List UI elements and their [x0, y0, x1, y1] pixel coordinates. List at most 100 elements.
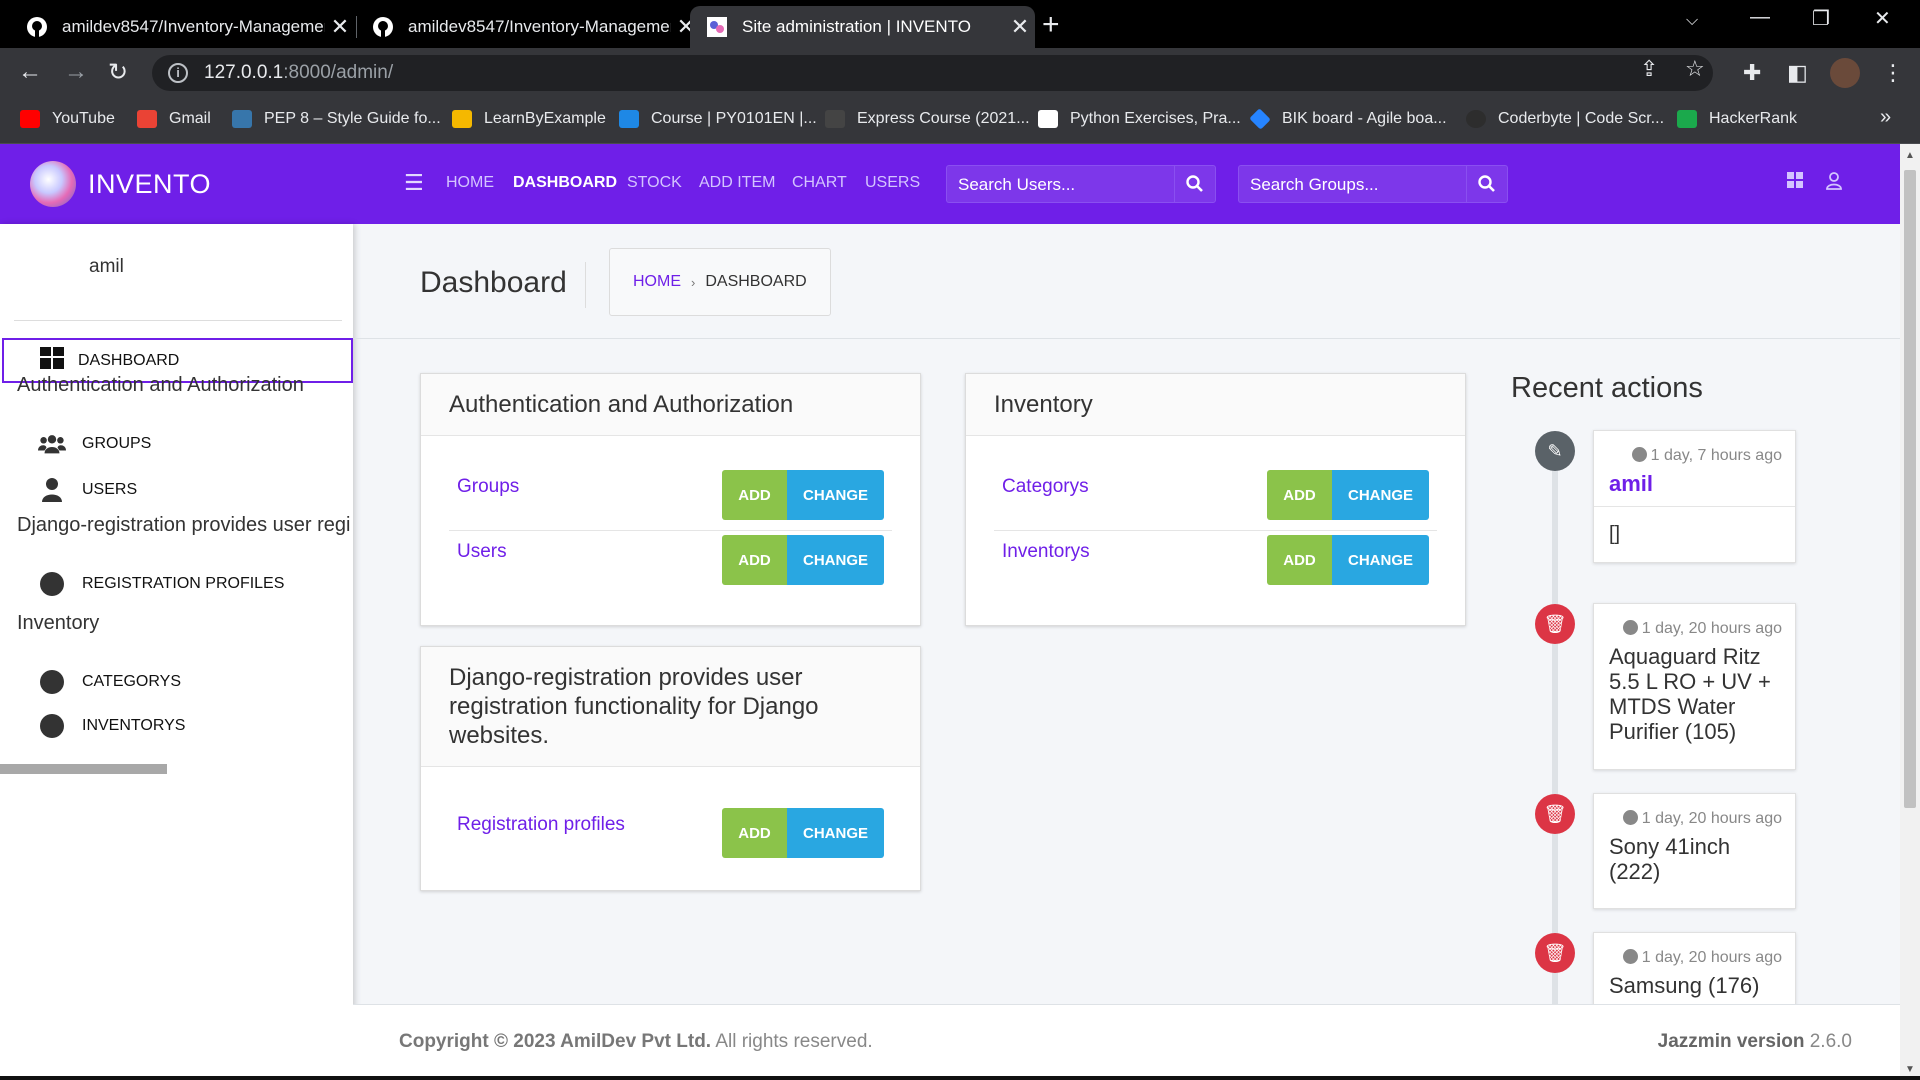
action-object-link[interactable]: amil — [1594, 471, 1795, 506]
browser-tab[interactable]: amildev8547/Inventory-Managemer ✕ — [10, 6, 355, 48]
card-title: Inventory — [966, 374, 1465, 436]
sidebar-item-label: REGISTRATION PROFILES — [82, 575, 285, 592]
hackerrank-icon — [1677, 110, 1697, 128]
bookmark-jira[interactable]: BIK board - Agile boa... — [1249, 108, 1447, 130]
back-icon[interactable]: ← — [18, 58, 42, 86]
sidebar-username[interactable]: amil — [89, 256, 124, 278]
gmail-icon — [137, 110, 157, 128]
profile-avatar[interactable] — [1830, 58, 1860, 88]
hamburger-menu-icon[interactable]: ☰ — [404, 170, 424, 196]
search-users-input[interactable]: Search Users... — [946, 165, 1174, 203]
dashboard-icon — [40, 347, 64, 374]
reload-icon[interactable]: ↻ — [108, 58, 128, 87]
footer-copyright: Copyright © 2023 AmilDev Pvt Ltd. All ri… — [399, 1031, 873, 1052]
browser-tab[interactable]: amildev8547/Inventory-Managemer ✕ — [356, 6, 701, 48]
browser-tab-active[interactable]: Site administration | INVENTO ✕ — [690, 6, 1035, 48]
sidebar-item-registration-profiles[interactable]: REGISTRATION PROFILES — [38, 572, 284, 596]
address-bar[interactable]: i 127.0.0.1 :8000/admin/ — [152, 55, 1713, 91]
change-button[interactable]: CHANGE — [1332, 470, 1429, 520]
nav-users[interactable]: USERS — [865, 174, 920, 192]
add-button[interactable]: ADD — [722, 470, 787, 520]
breadcrumb-home[interactable]: HOME — [633, 273, 681, 291]
bookmark-course[interactable]: Course | PY0101EN |... — [619, 110, 817, 128]
github-icon — [26, 16, 48, 38]
close-window-icon[interactable]: ✕ — [1874, 6, 1891, 31]
change-button[interactable]: CHANGE — [1332, 535, 1429, 585]
bookmark-hackerrank[interactable]: HackerRank — [1677, 110, 1797, 128]
user-account-icon[interactable] — [1826, 172, 1842, 195]
trash-icon: 🗑 — [1535, 933, 1575, 973]
close-icon[interactable]: ✕ — [325, 14, 355, 40]
model-link-categorys[interactable]: Categorys — [1002, 476, 1089, 498]
user-icon — [38, 478, 66, 502]
search-groups-input[interactable]: Search Groups... — [1238, 165, 1466, 203]
tab-title: amildev8547/Inventory-Managemer — [62, 17, 325, 36]
share-icon[interactable]: ⇪ — [1640, 56, 1658, 82]
brand[interactable]: INVENTO — [0, 144, 353, 224]
bookmarks-overflow-icon[interactable]: » — [1880, 106, 1891, 129]
side-panel-icon[interactable]: ◧ — [1787, 60, 1808, 86]
change-button[interactable]: CHANGE — [787, 535, 884, 585]
model-link-registration-profiles[interactable]: Registration profiles — [457, 814, 625, 836]
bookmark-pep8[interactable]: PEP 8 – Style Guide fo... — [232, 110, 441, 128]
sidebar-item-inventorys[interactable]: INVENTORYS — [38, 714, 185, 738]
w3resource-icon — [1038, 110, 1058, 128]
tab-search-icon[interactable]: ⌵ — [1686, 12, 1698, 30]
sidebar-section-header: Authentication and Authorization — [17, 374, 304, 396]
sidebar-item-users[interactable]: USERS — [38, 478, 137, 502]
sidebar-horizontal-scrollbar[interactable] — [0, 764, 167, 774]
extensions-icon[interactable]: ✚ — [1743, 60, 1761, 86]
app-card-auth: Authentication and Authorization Groups … — [420, 373, 921, 626]
minimize-icon[interactable]: — — [1750, 6, 1770, 29]
action-object-name: Sony 41inch (222) — [1609, 834, 1731, 884]
site-info-icon[interactable]: i — [168, 63, 188, 83]
change-button[interactable]: CHANGE — [787, 808, 884, 858]
bookmark-star-icon[interactable]: ☆ — [1685, 56, 1705, 82]
bookmark-learnbyexample[interactable]: LearnByExample — [452, 110, 606, 128]
add-button[interactable]: ADD — [1267, 535, 1332, 585]
breadcrumb-current: DASHBOARD — [705, 273, 807, 290]
add-button[interactable]: ADD — [722, 808, 787, 858]
site-favicon-icon — [706, 16, 728, 38]
model-row-users: Users ADD CHANGE — [449, 525, 884, 587]
nav-chart[interactable]: CHART — [792, 174, 847, 192]
model-link-groups[interactable]: Groups — [457, 476, 519, 498]
bookmark-express-course[interactable]: Express Course (2021... — [825, 110, 1030, 128]
search-icon[interactable] — [1174, 165, 1216, 203]
page-scrollbar[interactable]: ▲ ▼ — [1900, 144, 1920, 1080]
nav-dashboard[interactable]: DASHBOARD — [513, 174, 617, 192]
scroll-down-icon[interactable]: ▼ — [1905, 1064, 1915, 1075]
bookmark-youtube[interactable]: YouTube — [20, 110, 115, 128]
model-link-inventorys[interactable]: Inventorys — [1002, 541, 1090, 563]
add-button[interactable]: ADD — [1267, 470, 1332, 520]
nav-home[interactable]: HOME — [446, 174, 494, 192]
new-tab-icon[interactable]: + — [1042, 8, 1060, 42]
sidebar-item-groups[interactable]: GROUPS — [38, 434, 151, 454]
model-row-registration-profiles: Registration profiles ADD CHANGE — [449, 798, 884, 860]
nav-stock[interactable]: STOCK — [627, 174, 682, 192]
title-separator — [585, 262, 586, 308]
scrollbar-thumb[interactable] — [1904, 170, 1916, 808]
model-link-users[interactable]: Users — [457, 541, 507, 563]
bookmark-python-exercises[interactable]: Python Exercises, Pra... — [1038, 110, 1241, 128]
apps-grid-icon[interactable] — [1787, 172, 1803, 193]
learnbyexample-icon — [452, 110, 472, 128]
model-row-inventorys: Inventorys ADD CHANGE — [994, 525, 1429, 587]
action-change-message: [] — [1594, 506, 1795, 562]
add-button[interactable]: ADD — [722, 535, 787, 585]
menu-kebab-icon[interactable]: ⋮ — [1882, 60, 1904, 86]
action-object-name: Samsung (176) — [1609, 973, 1760, 998]
sidebar-item-categorys[interactable]: CATEGORYS — [38, 670, 181, 694]
nav-add-item[interactable]: ADD ITEM — [699, 174, 775, 192]
action-time: 1 day, 7 hours ago — [1594, 431, 1795, 471]
restore-icon[interactable]: ❐ — [1812, 6, 1830, 31]
breadcrumb-separator: › — [691, 274, 696, 290]
bookmark-coderbyte[interactable]: Coderbyte | Code Scr... — [1466, 110, 1664, 128]
close-icon[interactable]: ✕ — [1005, 14, 1035, 40]
admin-app: INVENTO ☰ HOME DASHBOARD STOCK ADD ITEM … — [0, 144, 1900, 1080]
search-icon[interactable] — [1466, 165, 1508, 203]
change-button[interactable]: CHANGE — [787, 470, 884, 520]
bookmark-gmail[interactable]: Gmail — [137, 110, 211, 128]
forward-icon[interactable]: → — [64, 58, 88, 86]
scroll-up-icon[interactable]: ▲ — [1905, 150, 1915, 161]
